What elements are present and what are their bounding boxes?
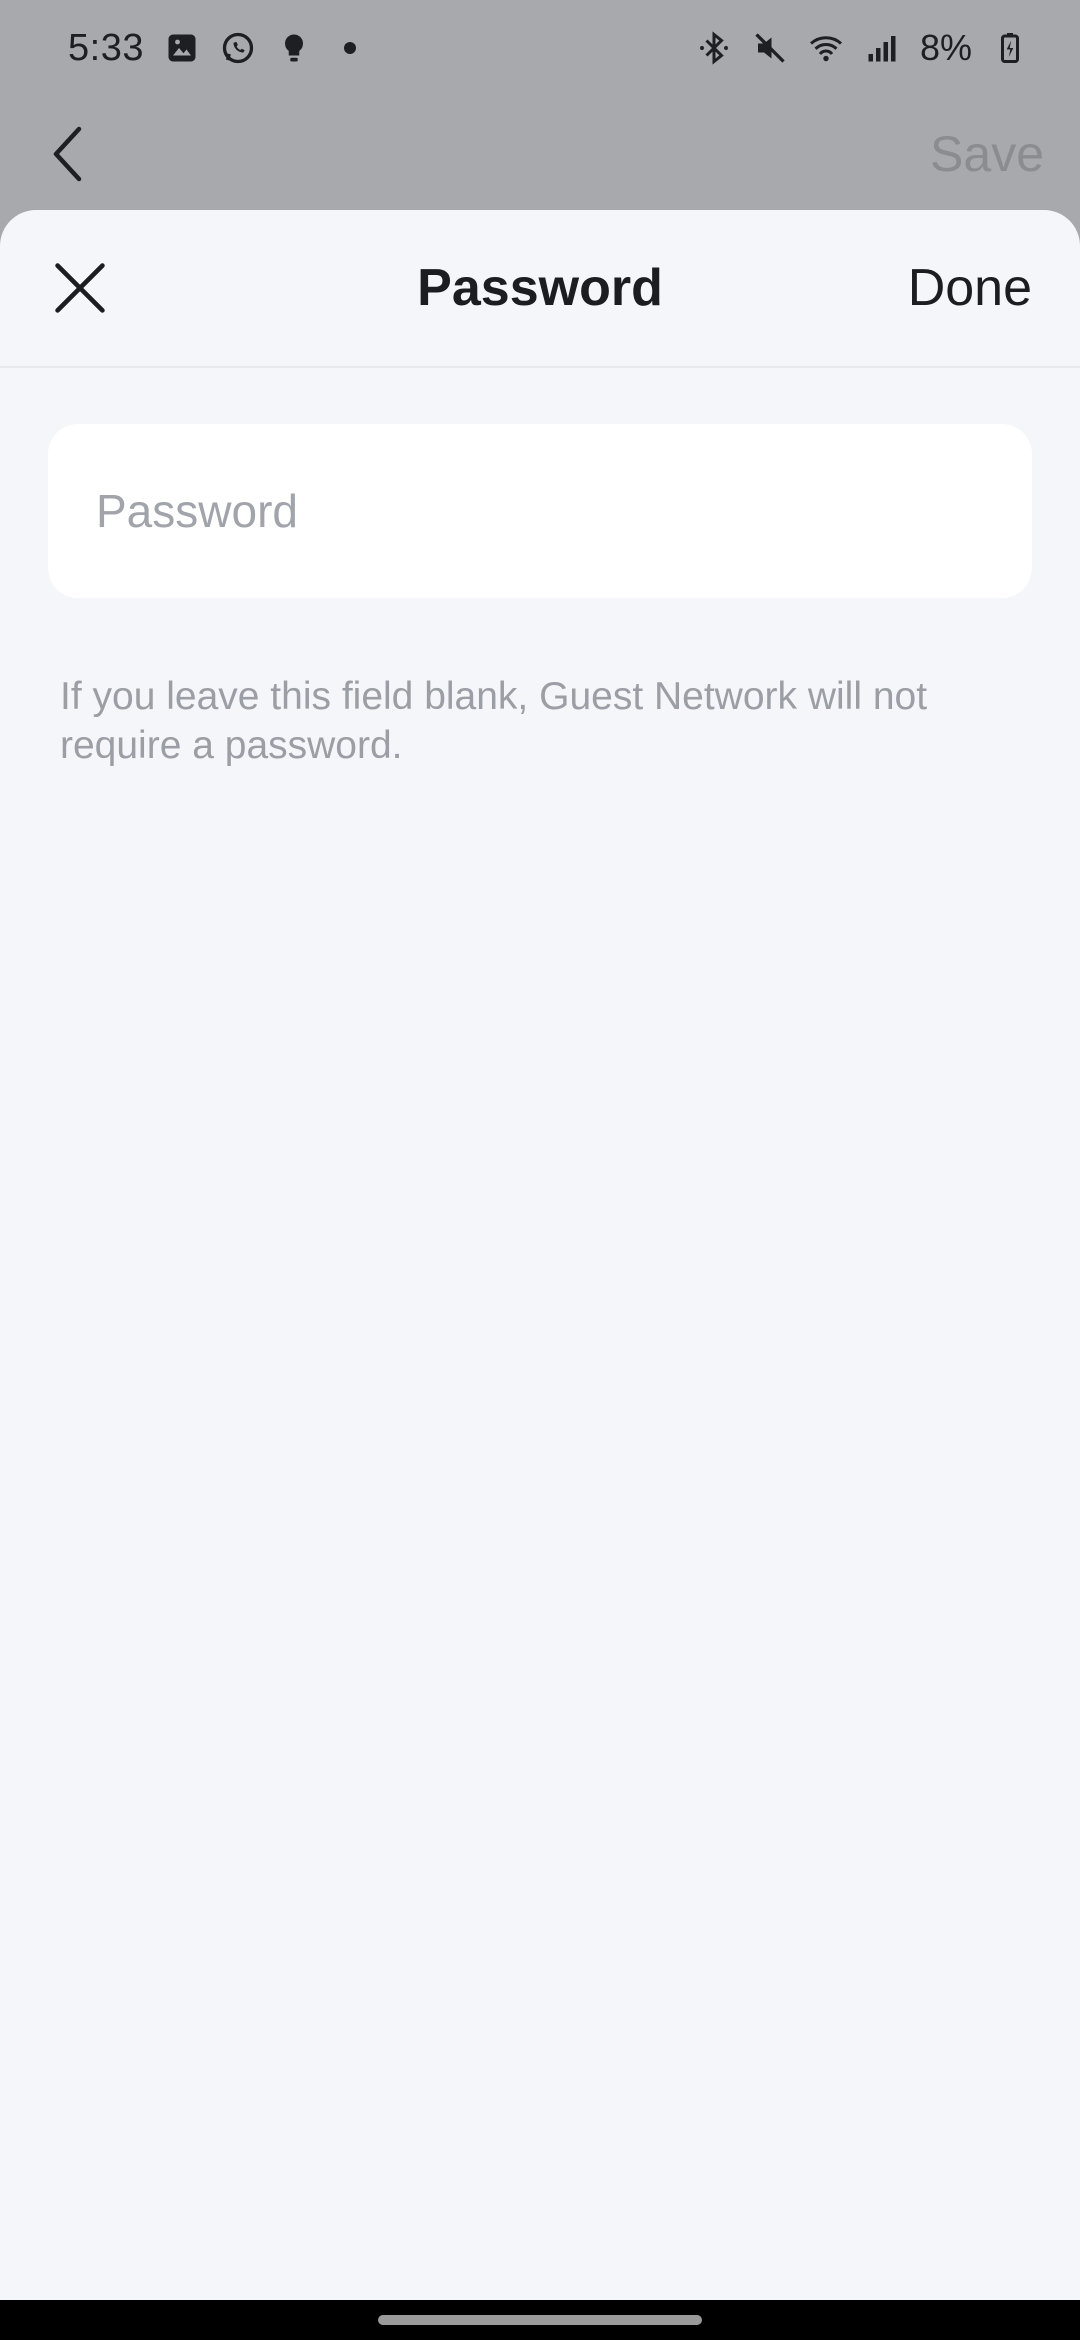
whatsapp-icon [220, 30, 256, 66]
password-field-card [48, 424, 1032, 598]
status-left: 5:33 [68, 27, 368, 70]
bluetooth-icon [696, 30, 732, 66]
password-hint: If you leave this field blank, Guest Net… [60, 675, 928, 767]
screen: 5:33 8% Save Password Done If you leave … [0, 0, 1080, 2340]
bulb-icon [276, 30, 312, 66]
close-button[interactable] [50, 258, 110, 318]
home-indicator[interactable] [378, 2315, 702, 2325]
sheet-header: Password Done [0, 210, 1080, 368]
battery-percent: 8% [919, 27, 972, 68]
save-button[interactable]: Save [930, 125, 1044, 183]
done-button[interactable]: Done [908, 258, 1032, 318]
chevron-left-icon [53, 126, 82, 182]
background-app-bar: Save [0, 96, 1080, 212]
signal-icon [864, 30, 900, 66]
status-bar: 5:33 8% [0, 0, 1080, 96]
status-time: 5:33 [68, 26, 144, 69]
close-icon [55, 263, 105, 313]
navigation-bar [0, 2300, 1080, 2340]
dot-icon [332, 30, 368, 66]
image-icon [164, 30, 200, 66]
password-input[interactable] [96, 484, 984, 538]
battery-icon [992, 30, 1028, 66]
password-sheet: Password Done If you leave this field bl… [0, 210, 1080, 2300]
back-button[interactable] [52, 122, 104, 186]
wifi-icon [808, 30, 844, 66]
status-right: 8% [696, 27, 1028, 69]
mute-icon [752, 30, 788, 66]
